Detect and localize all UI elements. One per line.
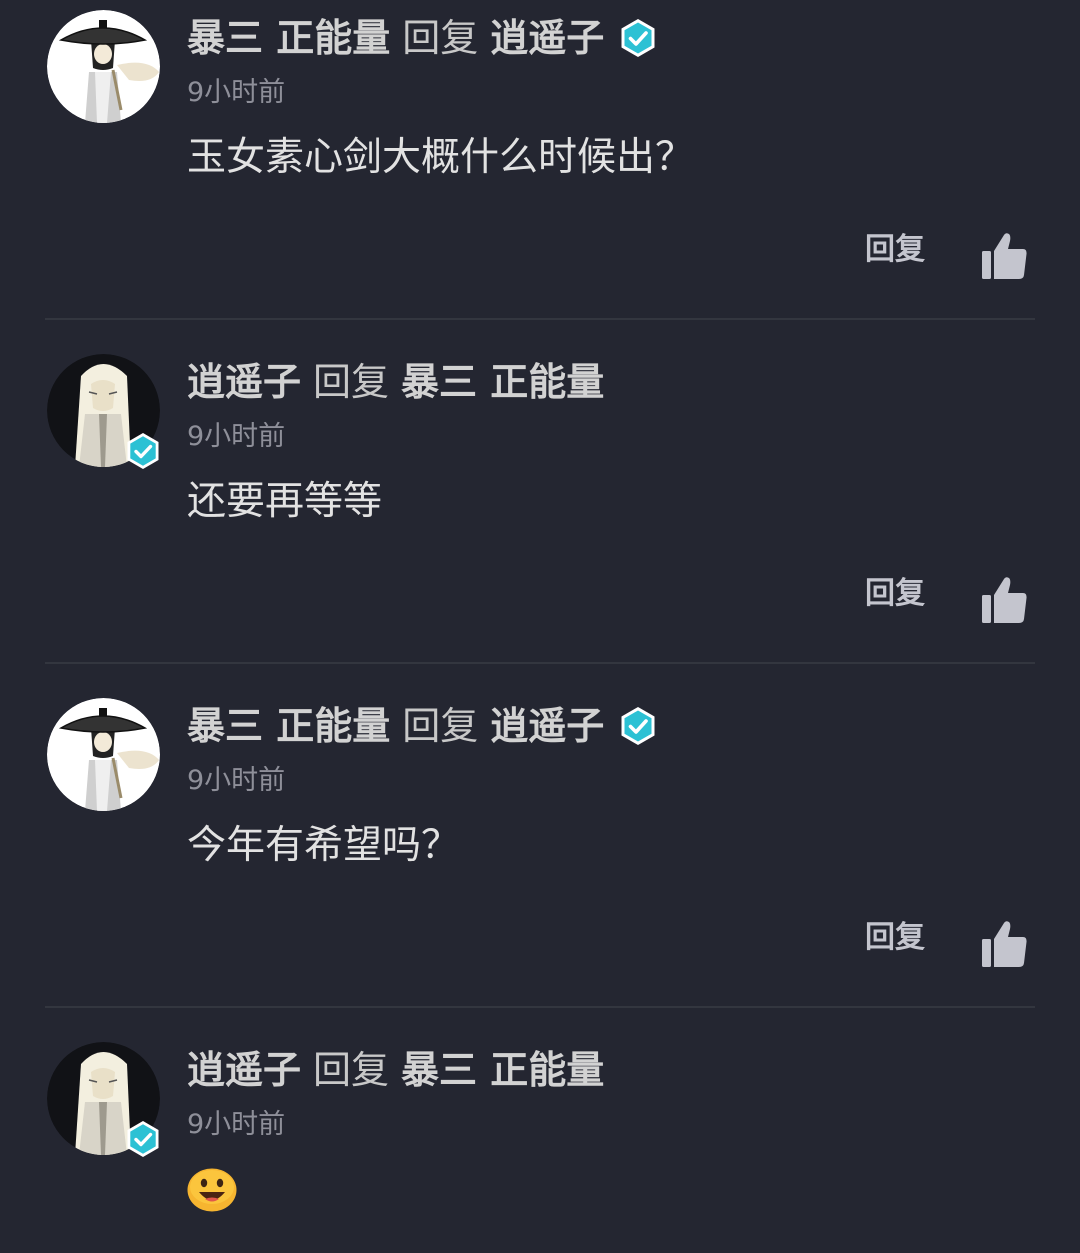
thumbs-up-icon[interactable] <box>980 575 1028 625</box>
avatar-baosan[interactable] <box>47 10 160 123</box>
comment-time: 9小时前 <box>187 421 286 452</box>
reply-target-name[interactable]: 暴三 正能量 <box>401 1044 604 1096</box>
comment-text: 玉女素心剑大概什么时候出？ <box>187 135 695 180</box>
comment-item: 逍遥子 回复 暴三 正能量 9小时前 <box>0 1032 1080 1253</box>
author-name[interactable]: 逍遥子 <box>187 356 301 408</box>
verified-icon <box>618 706 658 746</box>
reply-connector: 回复 <box>402 16 479 60</box>
reply-connector: 回复 <box>313 1048 390 1092</box>
divider <box>45 662 1035 664</box>
author-name[interactable]: 暴三 正能量 <box>187 700 390 752</box>
comment-item: 暴三 正能量 回复 逍遥子 9小时前 今年有希望吗？ 回复 <box>0 688 1080 1032</box>
comment-item: 暴三 正能量 回复 逍遥子 9小时前 玉女素心剑大概什么时候出？ 回复 <box>0 0 1080 344</box>
reply-connector: 回复 <box>402 704 479 748</box>
reply-target-name[interactable]: 暴三 正能量 <box>401 356 604 408</box>
author-name[interactable]: 暴三 正能量 <box>187 12 390 64</box>
comment-header: 暴三 正能量 回复 逍遥子 <box>187 12 658 64</box>
reply-button[interactable]: 回复 <box>865 574 925 614</box>
verified-avatar-badge-icon <box>124 432 162 470</box>
comment-text: 还要再等等 <box>187 479 383 524</box>
thumbs-up-icon[interactable] <box>980 919 1028 969</box>
comment-header: 逍遥子 回复 暴三 正能量 <box>187 356 604 408</box>
comment-header: 逍遥子 回复 暴三 正能量 <box>187 1044 604 1096</box>
avatar-hat-character-image <box>47 10 160 123</box>
divider <box>45 318 1035 320</box>
smiling-face-emoji-icon <box>187 1168 237 1212</box>
reply-button[interactable]: 回复 <box>865 918 925 958</box>
verified-avatar-badge-icon <box>124 1120 162 1158</box>
divider <box>45 1006 1035 1008</box>
comment-list: 暴三 正能量 回复 逍遥子 9小时前 玉女素心剑大概什么时候出？ 回复 逍遥子 … <box>0 0 1080 1253</box>
comment-header: 暴三 正能量 回复 逍遥子 <box>187 700 658 752</box>
thumbs-up-icon[interactable] <box>980 231 1028 281</box>
comment-item: 逍遥子 回复 暴三 正能量 9小时前 还要再等等 回复 <box>0 344 1080 688</box>
author-name[interactable]: 逍遥子 <box>187 1044 301 1096</box>
reply-connector: 回复 <box>313 360 390 404</box>
comment-time: 9小时前 <box>187 77 286 108</box>
comment-time: 9小时前 <box>187 1109 286 1140</box>
verified-icon <box>618 18 658 58</box>
comment-time: 9小时前 <box>187 765 286 796</box>
reply-target-name[interactable]: 逍遥子 <box>490 12 604 64</box>
reply-target-name[interactable]: 逍遥子 <box>490 700 604 752</box>
comment-text: 今年有希望吗？ <box>187 823 461 868</box>
avatar-hat-character-image <box>47 698 160 811</box>
avatar-baosan[interactable] <box>47 698 160 811</box>
reply-button[interactable]: 回复 <box>865 230 925 270</box>
